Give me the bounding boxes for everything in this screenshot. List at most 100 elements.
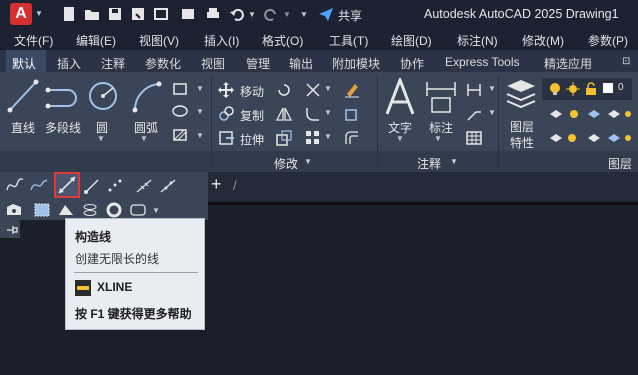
scale-icon[interactable] bbox=[276, 130, 292, 146]
annotation-expand-icon[interactable]: ▼ bbox=[450, 157, 458, 166]
open-folder-icon[interactable] bbox=[84, 6, 100, 22]
menu-insert[interactable]: 插入(I) bbox=[204, 32, 239, 49]
stretch-label[interactable]: 拉伸 bbox=[240, 131, 264, 148]
layer-on-bulb-icon[interactable] bbox=[548, 82, 562, 96]
modify-panel-title[interactable]: 修改 bbox=[274, 155, 298, 172]
spline-cv-icon[interactable] bbox=[30, 178, 48, 192]
linear-dim-icon[interactable] bbox=[466, 82, 482, 98]
wipeout-icon[interactable] bbox=[58, 203, 74, 217]
menu-format[interactable]: 格式(O) bbox=[262, 32, 303, 49]
layer-unlock-icon[interactable] bbox=[584, 82, 598, 96]
spline-fit-icon[interactable] bbox=[6, 178, 24, 192]
hatch-dropdown-icon[interactable]: ▼ bbox=[196, 131, 204, 140]
app-menu-caret-icon[interactable]: ▼ bbox=[35, 9, 43, 18]
circle-icon[interactable] bbox=[87, 80, 119, 112]
stretch-icon[interactable] bbox=[218, 130, 234, 146]
move-label[interactable]: 移动 bbox=[240, 83, 264, 100]
undo-dropdown-icon[interactable]: ▼ bbox=[248, 10, 256, 19]
donut-icon[interactable] bbox=[106, 202, 122, 218]
layer-properties-label-2[interactable]: 特性 bbox=[510, 134, 534, 151]
tab-insert[interactable]: 插入 bbox=[57, 55, 81, 72]
fillet-icon[interactable] bbox=[305, 106, 321, 122]
menu-edit[interactable]: 编辑(E) bbox=[76, 32, 116, 49]
revision-cloud-icon[interactable] bbox=[130, 203, 148, 217]
ribbon-minimize-icon[interactable]: ⊡ bbox=[622, 56, 630, 67]
revision-cloud-dropdown-icon[interactable]: ▼ bbox=[152, 206, 160, 215]
layers-panel-title[interactable]: 图层 bbox=[608, 155, 632, 172]
customize-qat-icon[interactable]: ▼ bbox=[300, 10, 308, 19]
leader-icon[interactable] bbox=[466, 106, 482, 122]
text-icon[interactable] bbox=[384, 78, 416, 116]
dimension-dropdown-icon[interactable]: ▼ bbox=[434, 134, 442, 143]
ellipse-dropdown-icon[interactable]: ▼ bbox=[196, 107, 204, 116]
tab-home[interactable]: 默认 bbox=[12, 55, 36, 72]
leader-dropdown-icon[interactable]: ▼ bbox=[488, 108, 496, 117]
redo-icon[interactable] bbox=[263, 6, 279, 22]
modify-expand-icon[interactable]: ▼ bbox=[304, 157, 312, 166]
measure-icon[interactable] bbox=[160, 178, 176, 194]
new-file-icon[interactable] bbox=[61, 6, 77, 22]
web-mobile-save-icon[interactable] bbox=[180, 6, 196, 22]
menu-draw[interactable]: 绘图(D) bbox=[391, 32, 432, 49]
tab-collaborate[interactable]: 协作 bbox=[400, 55, 424, 72]
tab-manage[interactable]: 管理 bbox=[246, 55, 270, 72]
menu-modify[interactable]: 修改(M) bbox=[522, 32, 564, 49]
undo-icon[interactable] bbox=[229, 6, 245, 22]
save-as-icon[interactable] bbox=[130, 6, 146, 22]
boundary-icon[interactable] bbox=[6, 203, 22, 217]
polyline-icon[interactable] bbox=[44, 82, 82, 110]
arc-icon[interactable] bbox=[131, 80, 163, 114]
rectangle-icon[interactable] bbox=[172, 82, 188, 96]
explode-icon[interactable] bbox=[344, 106, 360, 122]
layer-thaw-sun-icon[interactable] bbox=[566, 82, 580, 96]
layer-properties-icon[interactable] bbox=[505, 78, 537, 114]
line-icon[interactable] bbox=[6, 78, 40, 114]
tab-output[interactable]: 输出 bbox=[289, 55, 313, 72]
layer-properties-label-1[interactable]: 图层 bbox=[510, 118, 534, 135]
share-button-label[interactable]: 共享 bbox=[338, 7, 362, 24]
ellipse-icon[interactable] bbox=[172, 104, 188, 118]
erase-icon[interactable] bbox=[344, 82, 360, 98]
save-icon[interactable] bbox=[107, 6, 123, 22]
menu-view[interactable]: 视图(V) bbox=[139, 32, 179, 49]
array-icon[interactable] bbox=[305, 130, 321, 146]
divide-icon[interactable] bbox=[136, 178, 152, 194]
arc-dropdown-icon[interactable]: ▼ bbox=[140, 134, 148, 143]
mirror-icon[interactable] bbox=[276, 106, 292, 122]
pin-panel-icon[interactable] bbox=[6, 224, 18, 236]
new-drawing-tab-icon[interactable]: + bbox=[211, 174, 222, 195]
layer-tools-row2-icon[interactable] bbox=[548, 130, 632, 146]
construction-line-button[interactable] bbox=[54, 172, 80, 198]
move-icon[interactable] bbox=[218, 82, 234, 98]
tab-express-tools[interactable]: Express Tools bbox=[445, 55, 519, 69]
line-label[interactable]: 直线 bbox=[11, 119, 35, 136]
redo-dropdown-icon[interactable]: ▼ bbox=[283, 10, 291, 19]
polyline-label[interactable]: 多段线 bbox=[45, 119, 81, 136]
table-icon[interactable] bbox=[466, 130, 482, 146]
layer-tools-row1-icon[interactable] bbox=[548, 106, 632, 122]
plot-icon[interactable] bbox=[205, 6, 221, 22]
tab-annotate[interactable]: 注释 bbox=[101, 55, 125, 72]
circle-dropdown-icon[interactable]: ▼ bbox=[97, 134, 105, 143]
3d-polyline-icon[interactable] bbox=[82, 203, 98, 217]
tab-addins[interactable]: 附加模块 bbox=[332, 55, 380, 72]
web-mobile-open-icon[interactable] bbox=[153, 6, 169, 22]
tab-view[interactable]: 视图 bbox=[201, 55, 225, 72]
menu-file[interactable]: 文件(F) bbox=[14, 32, 53, 49]
rectangle-dropdown-icon[interactable]: ▼ bbox=[196, 84, 204, 93]
share-send-icon[interactable] bbox=[318, 6, 334, 22]
tab-parametric[interactable]: 参数化 bbox=[145, 55, 181, 72]
trim-icon[interactable] bbox=[305, 82, 321, 98]
dimension-icon[interactable] bbox=[424, 80, 458, 114]
text-dropdown-icon[interactable]: ▼ bbox=[396, 134, 404, 143]
region-icon[interactable] bbox=[34, 203, 50, 217]
offset-icon[interactable] bbox=[344, 130, 360, 146]
copy-label[interactable]: 复制 bbox=[240, 107, 264, 124]
multiple-points-icon[interactable] bbox=[107, 178, 123, 194]
array-dropdown-icon[interactable]: ▼ bbox=[324, 132, 332, 141]
copy-icon[interactable] bbox=[218, 106, 234, 122]
tab-featured-apps[interactable]: 精选应用 bbox=[544, 55, 592, 72]
menu-tools[interactable]: 工具(T) bbox=[329, 32, 368, 49]
hatch-icon[interactable] bbox=[172, 128, 188, 142]
rotate-icon[interactable] bbox=[276, 82, 292, 98]
